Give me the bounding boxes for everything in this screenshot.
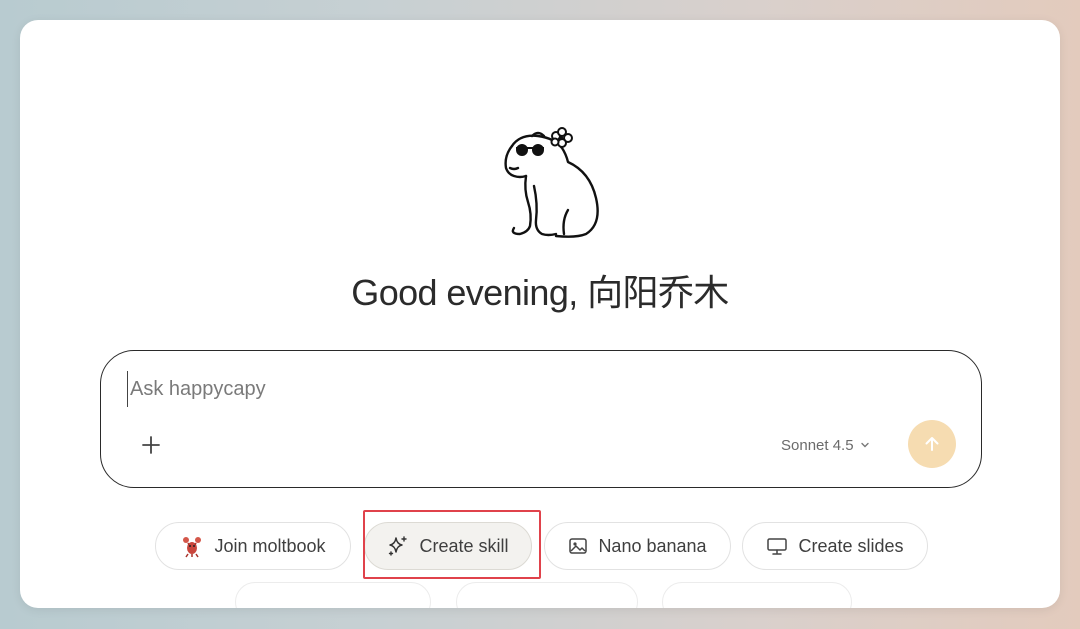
suggestion-chip-hidden [456,582,638,608]
send-button[interactable] [908,420,956,468]
suggestion-join-moltbook[interactable]: Join moltbook [155,522,351,570]
model-selector[interactable]: Sonnet 4.5 [781,435,870,455]
model-label: Sonnet 4.5 [781,436,854,454]
plus-icon [142,436,160,454]
suggestion-chip-hidden [235,582,431,608]
suggestion-label: Nano banana [598,535,707,556]
lobster-icon [183,537,202,558]
chat-composer: Sonnet 4.5 [100,350,982,488]
sparkles-icon [389,536,408,556]
suggestion-label: Create skill [419,535,509,556]
arrow-up-icon [925,437,939,451]
greeting-heading: Good evening, 向阳乔木 [351,272,729,313]
chat-input[interactable] [127,371,752,407]
suggestion-label: Create slides [798,535,904,556]
image-icon [569,538,588,554]
app-window: Good evening, 向阳乔木 Sonnet 4.5 [20,20,1060,608]
attach-button[interactable] [135,429,167,461]
suggestion-label: Join moltbook [214,535,326,556]
suggestion-create-slides[interactable]: Create slides [742,522,928,570]
chevron-down-icon [860,442,869,448]
capybara-mascot-icon [504,127,599,238]
presentation-icon [767,538,788,555]
suggestion-create-skill[interactable]: Create skill [364,522,532,570]
suggestion-chip-hidden [662,582,852,608]
suggestion-nano-banana[interactable]: Nano banana [544,522,731,570]
